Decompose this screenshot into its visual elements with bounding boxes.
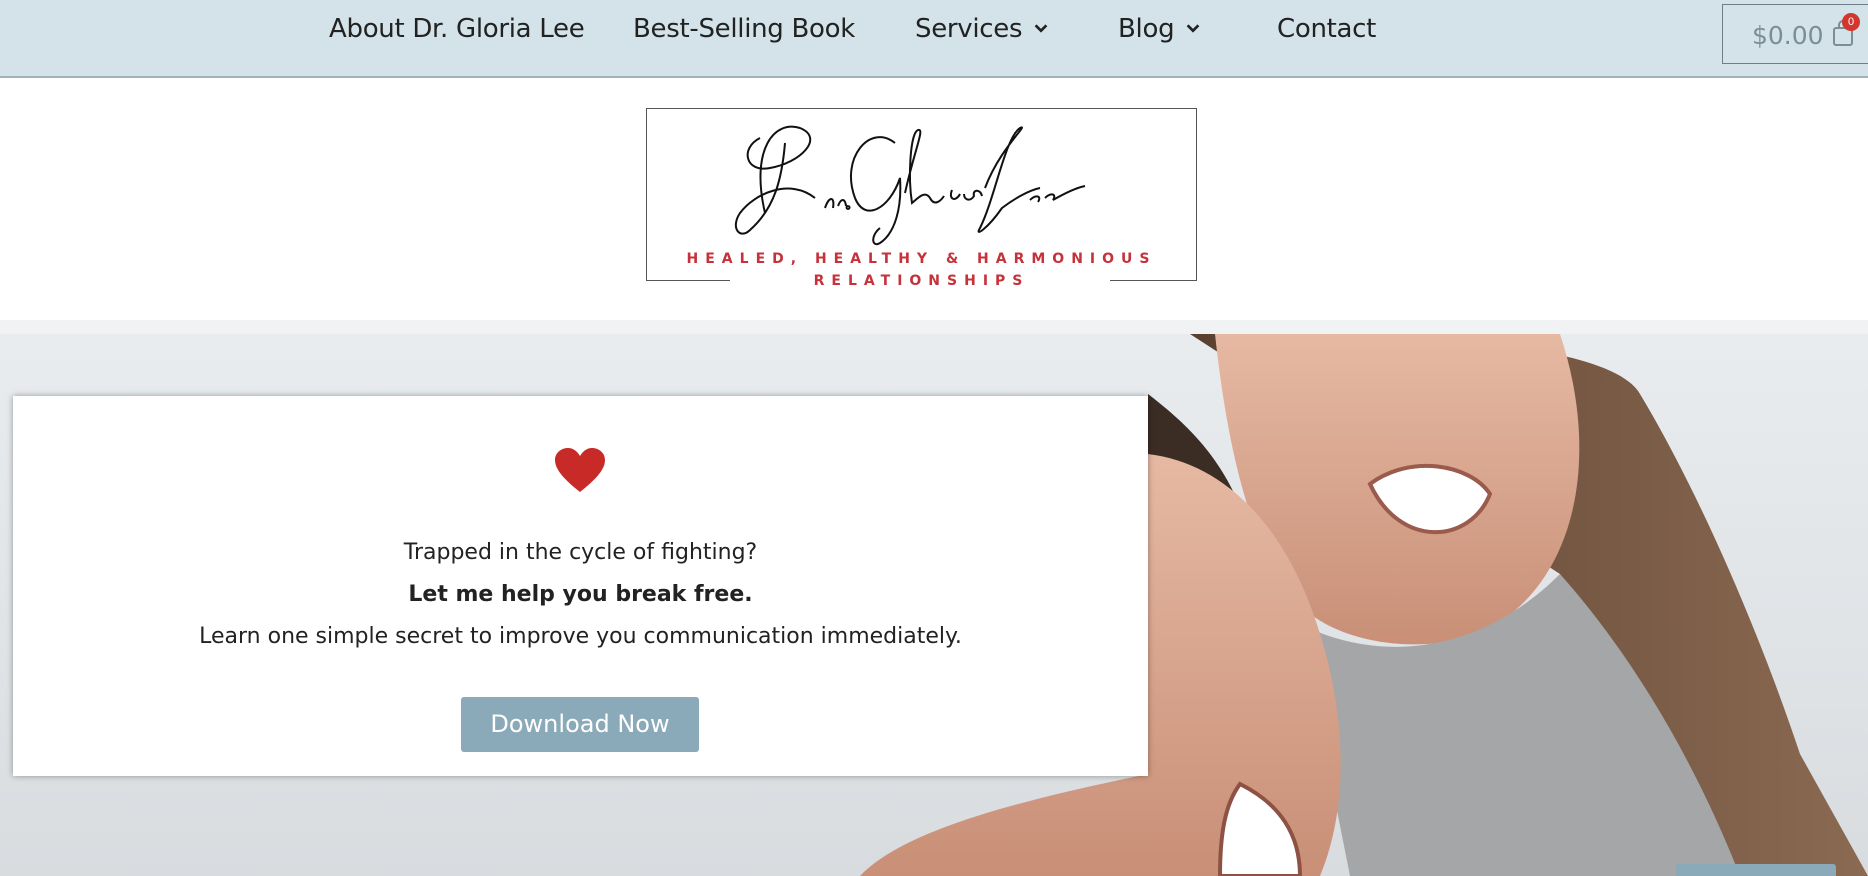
cart-count-badge: 0	[1842, 13, 1860, 31]
cart-amount: $0.00	[1752, 21, 1824, 50]
chevron-down-icon	[1034, 23, 1048, 33]
floating-tab[interactable]	[1676, 864, 1836, 876]
nav-item-services[interactable]: Services	[915, 14, 1050, 44]
nav-item-contact[interactable]: Contact	[1277, 14, 1376, 44]
hero-bold-line: Let me help you break free.	[408, 582, 753, 607]
top-navigation: About Dr. Gloria Lee Best-Selling Book S…	[0, 0, 1868, 78]
hero-question: Trapped in the cycle of fighting?	[403, 540, 758, 565]
download-now-button[interactable]: Download Now	[461, 697, 699, 752]
nav-item-blog-label: Blog	[1118, 14, 1175, 44]
logo-tagline-line1: HEALED, HEALTHY & HARMONIOUS	[686, 251, 1157, 267]
nav-item-services-label: Services	[915, 14, 1023, 44]
hero-description: Learn one simple secret to improve you c…	[199, 624, 962, 649]
logo-band-divider	[0, 320, 1868, 334]
chevron-down-icon	[1186, 23, 1200, 33]
logo-tagline-line2: RELATIONSHIPS	[813, 273, 1030, 289]
heart-icon	[555, 448, 605, 492]
nav-item-blog[interactable]: Blog	[1118, 14, 1202, 44]
cart-button[interactable]: $0.00 0	[1722, 4, 1868, 64]
nav-item-book[interactable]: Best-Selling Book	[633, 14, 855, 44]
signature-logo	[734, 125, 1086, 246]
nav-item-about[interactable]: About Dr. Gloria Lee	[329, 14, 585, 44]
